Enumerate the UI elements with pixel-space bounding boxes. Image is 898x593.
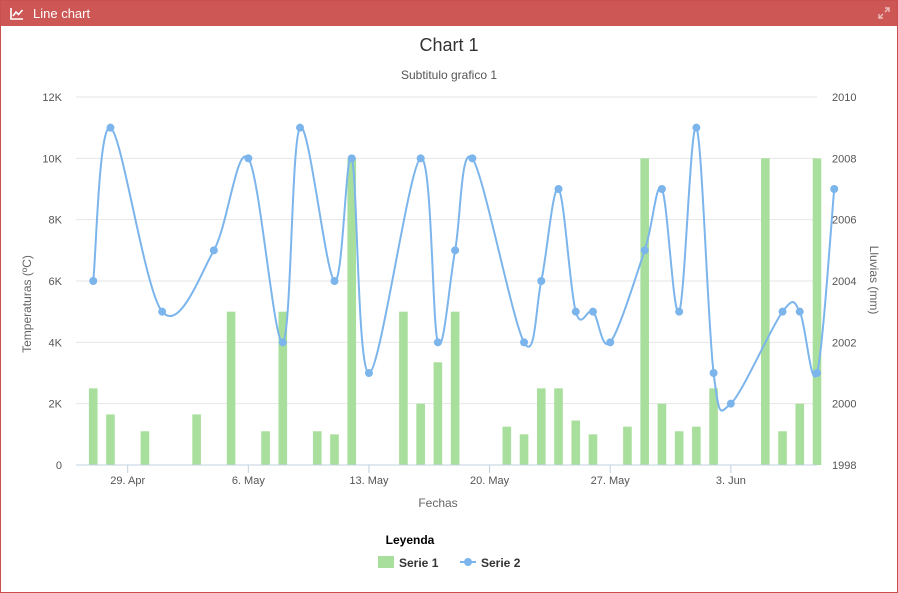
bar <box>571 420 581 465</box>
serie-2-point <box>571 307 580 316</box>
bar <box>554 388 563 465</box>
serie-2-point <box>830 185 839 193</box>
bar <box>261 431 270 465</box>
serie-2-point <box>209 246 218 255</box>
bar <box>88 388 98 465</box>
bar <box>623 426 632 465</box>
legend-item-serie-1[interactable]: Serie 1 <box>378 556 439 570</box>
bar <box>674 431 684 465</box>
bar <box>588 434 598 465</box>
expand-icon[interactable] <box>877 6 891 20</box>
x-tick-label: 20. May <box>470 475 510 487</box>
chart-panel: Line chart Chart 1 Subtitulo grafico 1 0… <box>0 0 898 593</box>
y-axis-right-title: Lluvias (mm) <box>867 246 881 315</box>
y-right-tick-label: 2006 <box>832 215 856 227</box>
bar <box>657 403 667 465</box>
x-tick-label: 27. May <box>591 475 631 487</box>
bar <box>330 434 339 465</box>
bar <box>226 311 236 465</box>
chart: Chart 1 Subtitulo grafico 1 0 2K 4K 6K 8K 10K… <box>20 35 881 570</box>
bar <box>450 311 460 465</box>
serie-2-point <box>158 307 167 316</box>
legend-label-serie-2: Serie 2 <box>481 556 521 570</box>
serie-2-point <box>726 399 735 408</box>
serie-2-point <box>778 307 787 316</box>
serie-2-point <box>554 185 563 193</box>
legend-label-serie-1: Serie 1 <box>399 556 439 570</box>
serie-2-point <box>451 246 460 255</box>
serie-2-point <box>795 307 804 316</box>
legend-item-serie-2[interactable]: Serie 2 <box>460 556 521 570</box>
serie-2-point <box>278 338 287 347</box>
bar <box>795 403 805 465</box>
line-chart-icon <box>10 8 24 20</box>
y-left-tick-label: 6K <box>49 276 63 288</box>
serie-1-bars <box>88 158 822 466</box>
serie-2-line <box>89 123 839 412</box>
bar <box>140 431 150 465</box>
bar <box>760 158 770 466</box>
serie-2-point <box>709 369 718 377</box>
y-axis-left-title: Temperaturas (ºC) <box>20 255 34 353</box>
serie-2-point <box>640 246 649 255</box>
serie-2-point <box>364 369 373 377</box>
serie-2-point <box>692 123 701 132</box>
bar <box>502 426 512 465</box>
bar <box>192 414 201 465</box>
legend-title: Leyenda <box>386 533 435 547</box>
bar <box>416 403 425 465</box>
y-right-tick-label: 2004 <box>832 276 856 288</box>
bar <box>640 158 649 466</box>
serie-2-point <box>416 154 425 163</box>
serie-2-point <box>606 338 615 347</box>
serie-2-point <box>657 185 666 193</box>
y-right-tick-label: 2000 <box>832 399 856 411</box>
y-left-tick-label: 4K <box>49 337 63 349</box>
serie-2-point <box>296 123 305 132</box>
bar <box>536 388 546 465</box>
serie-2-point <box>89 277 98 285</box>
legend: Leyenda Serie 1 Serie 2 <box>378 533 521 570</box>
panel-title: Line chart <box>33 6 91 21</box>
serie-2-point <box>520 338 529 347</box>
y-left-tick-label: 10K <box>42 153 62 165</box>
serie-2-point <box>330 277 339 285</box>
serie-2-point <box>106 123 115 132</box>
x-axis-title: Fechas <box>418 496 457 510</box>
bar <box>812 158 822 466</box>
legend-swatch-serie-2-marker <box>464 558 472 566</box>
bar <box>519 434 529 465</box>
serie-2-point <box>537 277 546 285</box>
bar <box>778 431 787 465</box>
chart-subtitle: Subtitulo grafico 1 <box>401 68 497 82</box>
serie-2-point <box>813 369 821 377</box>
bar <box>692 426 701 465</box>
y-left-tick-label: 2K <box>49 399 63 411</box>
chart-title: Chart 1 <box>419 35 478 55</box>
serie-2-point <box>675 307 684 316</box>
serie-2-point <box>468 154 477 163</box>
serie-2-point <box>244 154 253 163</box>
y-right-tick-label: 2010 <box>832 92 856 104</box>
serie-2-point <box>433 338 442 347</box>
bar <box>312 431 322 465</box>
y-left-tick-label: 8K <box>49 215 63 227</box>
bar <box>106 414 115 465</box>
serie-2-path <box>92 126 836 412</box>
y-left-tick-label: 12K <box>42 92 62 104</box>
serie-2-point <box>347 154 356 163</box>
serie-2-point <box>588 307 597 316</box>
x-tick-label: 3. Jun <box>716 475 746 487</box>
x-tick-label: 29. Apr <box>110 475 145 487</box>
bar <box>399 311 408 465</box>
y-right-tick-label: 1998 <box>832 460 856 472</box>
y-right-tick-label: 2002 <box>832 337 856 349</box>
x-tick-label: 6. May <box>232 475 266 487</box>
legend-swatch-serie-1 <box>378 556 394 568</box>
panel-titlebar: Line chart <box>1 1 897 26</box>
bar <box>433 362 443 465</box>
y-right-tick-label: 2008 <box>832 153 856 165</box>
x-tick-label: 13. May <box>349 475 389 487</box>
y-left-tick-label: 0 <box>56 460 62 472</box>
